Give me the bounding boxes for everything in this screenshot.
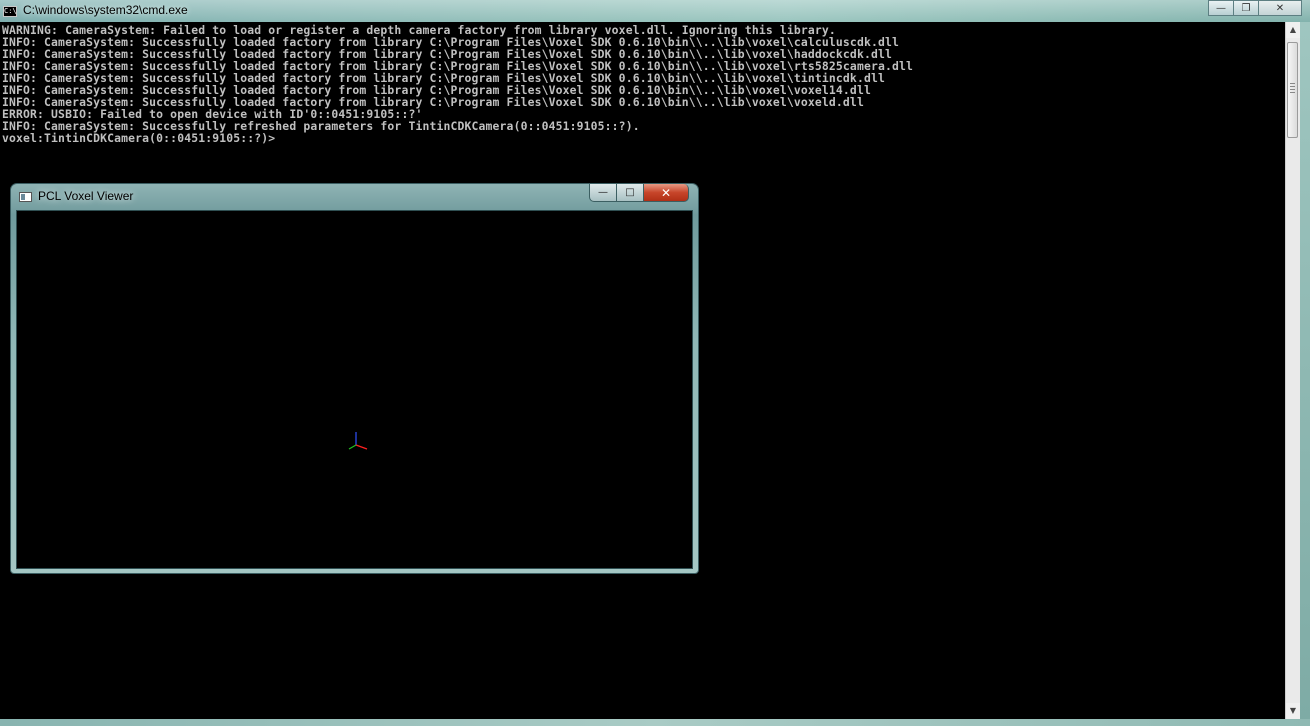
cmd-titlebar[interactable]: C:\ C:\windows\system32\cmd.exe — ❐ ✕ (0, 0, 1310, 22)
restore-icon: ❐ (1241, 2, 1251, 14)
pcl-render-canvas[interactable] (16, 210, 693, 569)
pcl-maximize-button[interactable]: □ (616, 184, 644, 202)
close-icon: ✕ (660, 185, 672, 200)
pcl-window-title: PCL Voxel Viewer (38, 189, 134, 203)
minimize-icon: — (598, 187, 608, 198)
x-axis-line (355, 444, 368, 450)
grip-line (1290, 89, 1295, 90)
close-icon: ✕ (1275, 2, 1285, 14)
console-line: voxel:TintinCDKCamera(0::0451:9105::?)> (2, 131, 276, 145)
scrollbar-thumb[interactable] (1287, 42, 1298, 138)
y-axis-line (348, 444, 357, 450)
cmd-icon[interactable]: C:\ (3, 6, 17, 17)
cmd-window-title: C:\windows\system32\cmd.exe (23, 3, 188, 17)
coordinate-axes-icon (348, 432, 368, 450)
window-frame-bottom (0, 719, 1310, 726)
scroll-down-arrow-icon[interactable]: ▼ (1286, 703, 1300, 719)
cmd-maximize-button[interactable]: ❐ (1233, 0, 1259, 16)
pcl-window-icon[interactable] (19, 192, 32, 202)
pcl-minimize-button[interactable]: — (589, 184, 617, 202)
cmd-window-controls: — ❐ ✕ (1208, 0, 1302, 18)
maximize-icon: □ (625, 187, 635, 198)
cmd-minimize-button[interactable]: — (1208, 0, 1234, 16)
pcl-viewer-window: PCL Voxel Viewer — □ ✕ (10, 183, 699, 574)
console-text: WARNING: CameraSystem: Failed to load or… (0, 22, 1285, 144)
grip-line (1290, 83, 1295, 84)
minimize-icon: — (1216, 2, 1226, 14)
grip-line (1290, 86, 1295, 87)
scroll-up-arrow-icon[interactable]: ▲ (1286, 22, 1300, 38)
console-scrollbar[interactable]: ▲ ▼ (1285, 22, 1300, 719)
grip-line (1290, 92, 1295, 93)
pcl-window-controls: — □ ✕ (589, 184, 689, 202)
window-frame-right (1300, 22, 1310, 719)
pcl-close-button[interactable]: ✕ (643, 184, 689, 202)
cmd-close-button[interactable]: ✕ (1258, 0, 1302, 16)
